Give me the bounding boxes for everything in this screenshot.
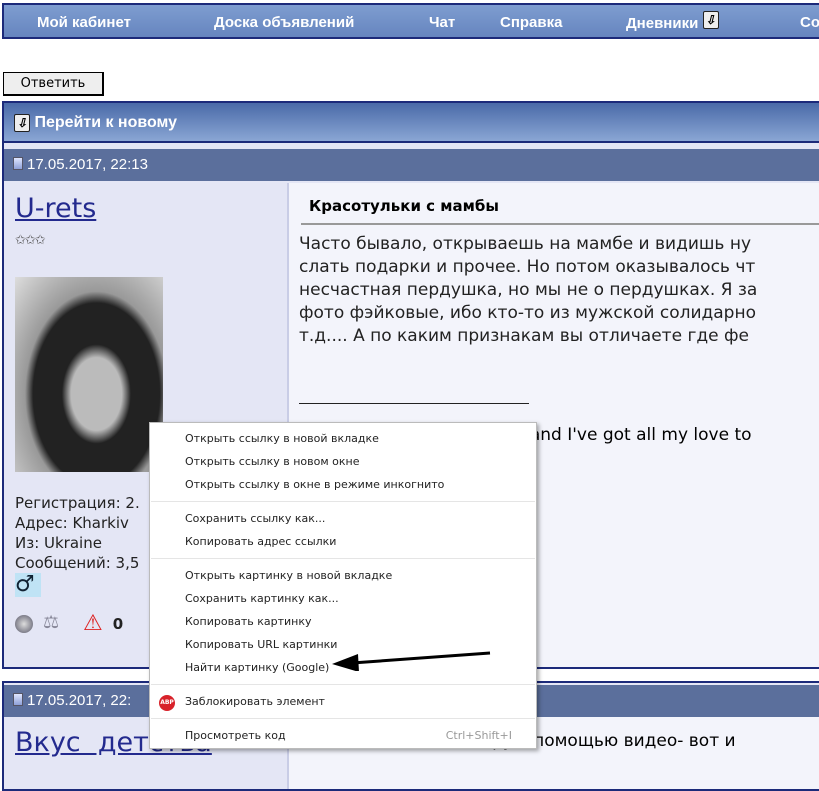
signature: e and I've got all my love to [514, 425, 752, 445]
menu-block-label: Заблокировать элемент [185, 695, 325, 708]
info-from: Из: Ukraine [15, 534, 102, 552]
adblock-icon: ABP [159, 695, 175, 711]
menu-inspect[interactable]: Просмотреть код Ctrl+Shift+I [150, 724, 536, 747]
arrow-annotation-icon [332, 651, 491, 671]
username-link[interactable]: U-rets [15, 193, 96, 224]
nav-help[interactable]: Справка [500, 14, 562, 31]
status-icon[interactable] [15, 615, 33, 633]
menu-open-link-new-window[interactable]: Открыть ссылку в новом окне [150, 450, 536, 473]
menu-save-image[interactable]: Сохранить картинку как... [150, 587, 536, 610]
post-header: 17.05.2017, 22:13 [4, 149, 819, 181]
top-nav: Мой кабинет Доска объявлений Чат Справка… [2, 3, 819, 39]
menu-block-element[interactable]: ABP Заблокировать элемент [150, 690, 536, 713]
nav-diaries-label: Дневники [626, 15, 699, 32]
avatar[interactable] [15, 277, 163, 472]
post-date: 17.05.2017, 22:13 [27, 156, 148, 173]
go-to-new[interactable]: ⇩ Перейти к новому [4, 103, 819, 143]
arrow-down-icon: ⇩ [14, 114, 30, 132]
body-line: слать подарки и прочее. Но потом оказыва… [299, 257, 756, 277]
menu-open-link-new-tab[interactable]: Открыть ссылку в новой вкладке [150, 427, 536, 450]
rank-stars: ✩✩✩ [15, 233, 46, 248]
menu-separator [151, 684, 535, 685]
reply-button[interactable]: Ответить [3, 72, 104, 96]
go-to-new-label: Перейти к новому [34, 114, 178, 131]
male-icon: ♂ [15, 573, 41, 597]
scales-icon[interactable]: ⚖ [43, 613, 73, 635]
attachment-icon[interactable]: 0 [113, 614, 123, 634]
body-line: несчастная пердушка, но мы не о пердушка… [299, 280, 758, 300]
menu-separator [151, 558, 535, 559]
menu-copy-image[interactable]: Копировать картинку [150, 610, 536, 633]
menu-inspect-label: Просмотреть код [185, 729, 286, 742]
nav-board[interactable]: Доска объявлений [214, 14, 354, 31]
info-address: Адрес: Kharkiv [15, 514, 129, 532]
nav-more[interactable]: Со [800, 14, 819, 31]
menu-inspect-shortcut: Ctrl+Shift+I [445, 729, 512, 742]
menu-copy-link[interactable]: Копировать адрес ссылки [150, 530, 536, 553]
warning-icon[interactable]: ⚠ [83, 613, 103, 635]
menu-save-link[interactable]: Сохранить ссылку как... [150, 507, 536, 530]
post-date: 17.05.2017, 22: [27, 692, 132, 709]
post-icon [13, 693, 23, 706]
info-posts: Сообщений: 3,5 [15, 554, 140, 572]
context-menu: Открыть ссылку в новой вкладке Открыть с… [149, 422, 537, 749]
body-line: Часто бывало, открываешь на мамбе и види… [299, 234, 752, 254]
menu-separator [151, 501, 535, 502]
body-line: фото фэйковые, ибо кто-то из мужской сол… [299, 303, 756, 323]
body-line: т.д.... А по каким признакам вы отличает… [299, 326, 749, 346]
arrow-down-icon[interactable]: ⇩ [702, 11, 719, 29]
menu-open-image-new-tab[interactable]: Открыть картинку в новой вкладке [150, 564, 536, 587]
nav-diaries[interactable]: Дневники ⇩ [626, 11, 719, 32]
info-registration: Регистрация: 2. [15, 494, 140, 512]
nav-my-cabinet[interactable]: Мой кабинет [37, 14, 131, 31]
post-title: Красотульки с мамбы [301, 197, 819, 225]
signature-divider [299, 403, 529, 404]
post-icon [13, 157, 23, 170]
user-info: Регистрация: 2. Адрес: Kharkiv Из: Ukrai… [15, 493, 140, 635]
nav-chat[interactable]: Чат [429, 14, 455, 31]
menu-open-link-incognito[interactable]: Открыть ссылку в окне в режиме инкогнито [150, 473, 536, 496]
post-body: Часто бывало, открываешь на мамбе и види… [299, 233, 819, 348]
menu-separator [151, 718, 535, 719]
